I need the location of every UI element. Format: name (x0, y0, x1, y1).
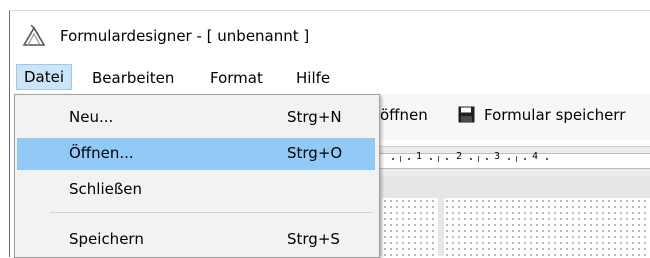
save-form-toolbar-button[interactable]: Formular speicherr (484, 106, 625, 124)
triangle-logo-icon (22, 25, 46, 46)
menu-item-label: Öffnen... (69, 144, 134, 162)
menu-item-shortcut: Strg+O (287, 144, 343, 162)
menu-item-label: Schließen (69, 180, 143, 198)
ruler-label: 3 (494, 151, 501, 162)
window-title: Formulardesigner - [ unbenannt ] (60, 27, 310, 45)
ruler-label: 2 (456, 151, 463, 162)
design-grid[interactable] (382, 198, 438, 256)
menu-item-label: Speichern (69, 230, 144, 248)
menu-item-save[interactable]: Speichern Strg+S (17, 224, 375, 256)
menu-datei[interactable]: Datei (16, 64, 73, 90)
floppy-disk-icon[interactable] (458, 106, 475, 123)
ruler-label: 4 (532, 151, 539, 162)
open-toolbar-button[interactable]: öffnen (380, 106, 428, 124)
design-grid[interactable] (444, 198, 650, 256)
menu-hilfe[interactable]: Hilfe (296, 66, 330, 90)
menu-separator (50, 212, 372, 213)
menu-bearbeiten[interactable]: Bearbeiten (92, 66, 174, 90)
menu-item-label: Neu... (69, 108, 114, 126)
menu-item-close[interactable]: Schließen (17, 174, 375, 206)
menu-item-shortcut: Strg+S (287, 230, 340, 248)
ruler-label: 1 (416, 151, 423, 162)
menu-item-shortcut: Strg+N (287, 108, 342, 126)
menu-item-new[interactable]: Neu... Strg+N (17, 102, 375, 134)
menu-item-open[interactable]: Öffnen... Strg+O (17, 138, 375, 170)
menu-format[interactable]: Format (210, 66, 263, 90)
